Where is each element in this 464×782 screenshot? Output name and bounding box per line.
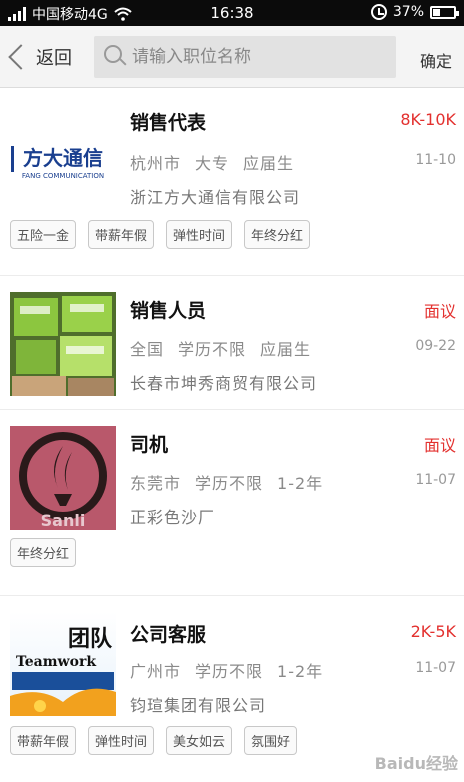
logo-text: 方大通信 — [23, 146, 103, 170]
job-meta: 杭州市 大专 应届生 — [130, 150, 308, 174]
tag-list: 年终分红 — [10, 538, 77, 567]
job-title: 司机 — [130, 434, 169, 456]
job-experience: 应届生 — [243, 154, 295, 173]
company-logo: 团队 Teamwork — [10, 612, 116, 716]
job-title: 公司客服 — [130, 624, 207, 646]
tag: 弹性时间 — [166, 220, 233, 249]
job-item[interactable]: 销售人员 面议 全国 学历不限 应届生 09-22 长春市坤秀商贸有限公司 — [0, 276, 464, 410]
salary: 8K-10K — [400, 110, 456, 129]
company-logo — [10, 292, 116, 396]
company-logo: Sanli — [10, 426, 116, 530]
tag-list: 带薪年假 弹性时间 美女如云 氛围好 — [10, 726, 298, 755]
logo-text-cn: 团队 — [68, 626, 113, 652]
company-name: 钧瑄集团有限公司 — [130, 696, 267, 715]
logo-subtext: FANG COMMUNICATION — [21, 172, 105, 180]
tag: 五险一金 — [10, 220, 77, 249]
search-box[interactable] — [94, 36, 396, 78]
status-bar: 中国移动4G 16:38 37% — [0, 0, 464, 26]
job-experience: 1-2年 — [277, 474, 324, 493]
battery-icon — [430, 5, 459, 19]
watermark: Baidu经验 — [374, 754, 458, 773]
tag: 美女如云 — [166, 726, 233, 755]
post-date: 11-10 — [415, 152, 456, 168]
job-meta: 东莞市 学历不限 1-2年 — [130, 470, 337, 494]
job-experience: 1-2年 — [277, 662, 324, 681]
job-education: 学历不限 — [195, 662, 264, 681]
tag: 氛围好 — [244, 726, 298, 755]
post-date: 11-07 — [415, 660, 456, 676]
company-name: 长春市坤秀商贸有限公司 — [130, 374, 318, 393]
tag: 弹性时间 — [88, 726, 155, 755]
job-city: 杭州市 — [130, 154, 182, 173]
search-icon — [102, 44, 128, 70]
logo-text: Sanli — [41, 511, 86, 530]
job-education: 学历不限 — [195, 474, 264, 493]
job-title: 销售人员 — [130, 300, 207, 322]
logo-text: Teamwork — [16, 654, 96, 670]
tag: 年终分红 — [10, 538, 77, 567]
job-city: 东莞市 — [130, 474, 182, 493]
alarm-icon — [370, 4, 387, 20]
company-logo: 方大通信 FANG COMMUNICATION — [10, 108, 116, 212]
salary: 面议 — [423, 302, 456, 321]
job-city: 全国 — [130, 340, 165, 359]
job-item[interactable]: 方大通信 FANG COMMUNICATION 销售代表 8K-10K 杭州市大… — [0, 88, 464, 276]
job-education: 大专 — [195, 154, 230, 173]
company-name: 正彩色沙厂 — [130, 508, 216, 527]
search-input[interactable] — [132, 47, 382, 67]
job-title: 销售代表 — [130, 112, 207, 134]
back-button[interactable]: 返回 — [6, 40, 72, 74]
search-header: 返回 确定 — [0, 26, 464, 88]
battery-percent: 37% — [392, 4, 424, 20]
job-meta: 广州市 学历不限 1-2年 — [130, 658, 337, 682]
job-city: 广州市 — [130, 662, 182, 681]
post-date: 11-07 — [415, 472, 456, 488]
post-date: 09-22 — [415, 338, 456, 354]
job-experience: 应届生 — [260, 340, 312, 359]
salary: 2K-5K — [410, 622, 456, 641]
tag-list: 五险一金 带薪年假 弹性时间 年终分红 — [10, 220, 311, 249]
job-item[interactable]: Sanli 司机 面议 东莞市 学历不限 1-2年 11-07 正彩色沙厂 年终分红 — [0, 410, 464, 596]
salary: 面议 — [423, 436, 456, 455]
company-name: 浙江方大通信有限公司 — [130, 188, 301, 207]
tag: 带薪年假 — [88, 220, 155, 249]
back-label: 返回 — [36, 48, 72, 69]
job-education: 学历不限 — [178, 340, 247, 359]
tag: 带薪年假 — [10, 726, 77, 755]
confirm-button[interactable]: 确定 — [420, 48, 452, 72]
chevron-left-icon — [8, 44, 34, 70]
tag: 年终分红 — [244, 220, 311, 249]
job-meta: 全国 学历不限 应届生 — [130, 336, 325, 360]
